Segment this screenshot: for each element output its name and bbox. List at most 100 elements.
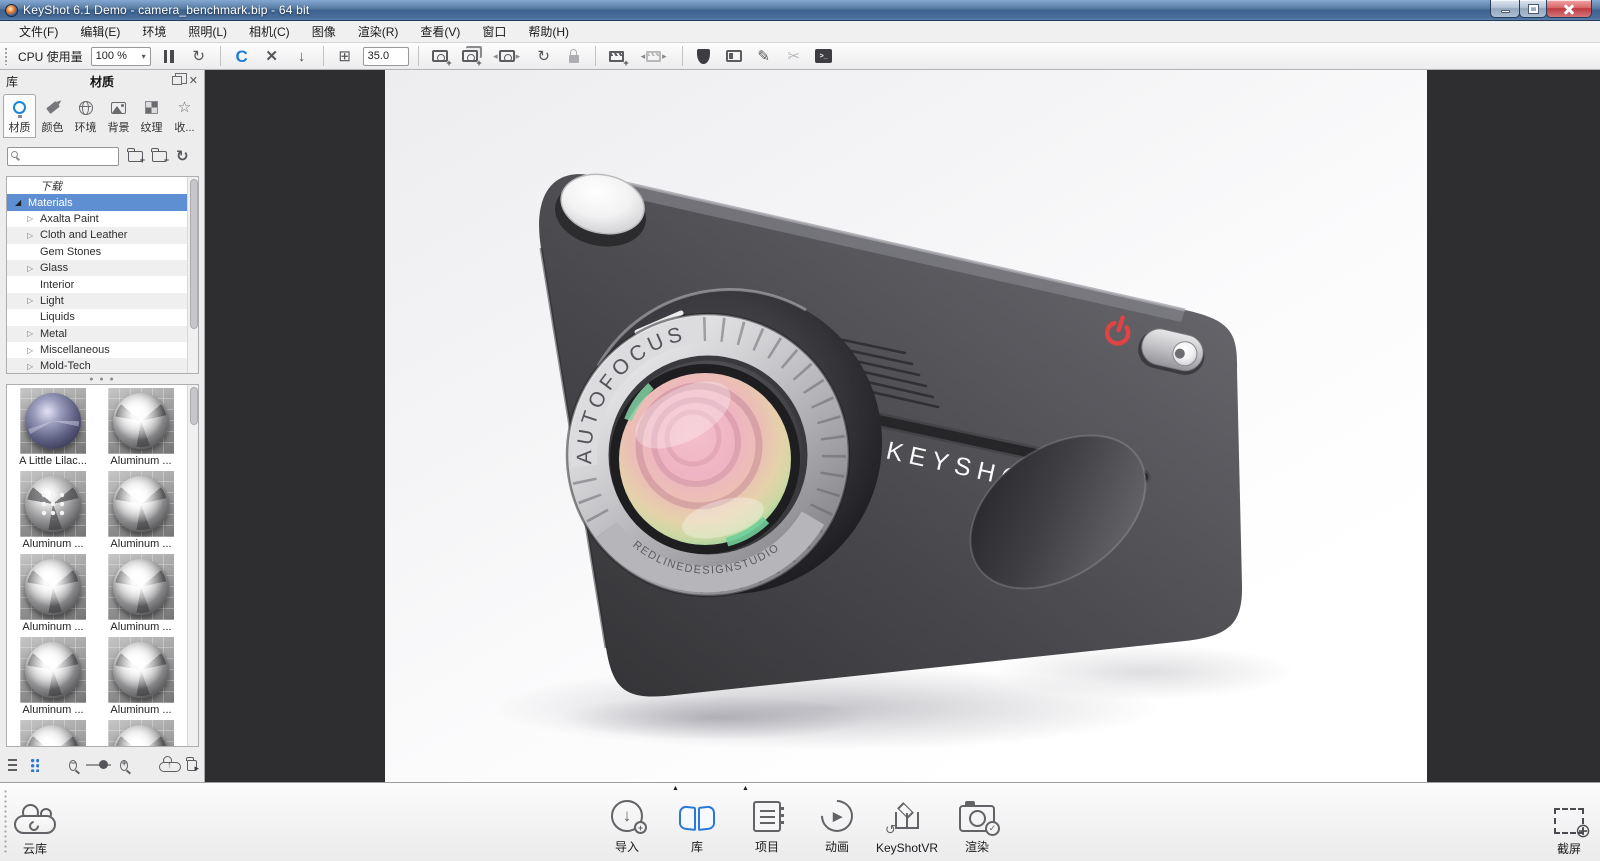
add-keyframe-button[interactable]: + — [605, 45, 629, 68]
annotate-button[interactable]: ✎ — [752, 45, 776, 68]
dock-import-button[interactable]: ↓ + 导入 — [596, 789, 658, 855]
float-panel-icon[interactable] — [172, 76, 182, 85]
restore-button[interactable] — [1519, 0, 1547, 18]
tree-item-miscellaneous[interactable]: ▷Miscellaneous — [7, 342, 187, 358]
dock-keyshotvr-button[interactable]: ↺ KeyShotVR — [876, 789, 938, 855]
realtime-icon: C — [236, 48, 248, 65]
menu-file[interactable]: 文件(F) — [8, 21, 69, 42]
tree-item-cloth-and-leather[interactable]: ▷Cloth and Leather — [7, 227, 187, 243]
refresh-library-icon[interactable]: ↻ — [176, 149, 189, 164]
menu-window[interactable]: 窗口 — [471, 21, 517, 42]
list-view-icon[interactable] — [8, 759, 17, 771]
tree-item-gem-stones[interactable]: Gem Stones — [7, 244, 187, 260]
close-button[interactable] — [1546, 0, 1592, 18]
dock-library-button[interactable]: ▲ 库 — [666, 789, 728, 855]
toolbar-grip[interactable] — [4, 47, 8, 65]
add-folder-icon[interactable]: + — [128, 151, 143, 162]
tab-favorites[interactable]: ☆ 收... — [168, 94, 201, 138]
close-panel-icon[interactable]: ✕ — [189, 76, 198, 87]
grid-view-icon[interactable] — [30, 758, 39, 772]
tree-item-glass[interactable]: ▷Glass — [7, 260, 187, 276]
tree-item-metal[interactable]: ▷Metal — [7, 326, 187, 342]
material-protect-button[interactable] — [692, 45, 716, 68]
material-thumbnail[interactable]: Aluminum ... — [97, 637, 185, 718]
thumbnails-scrollbar-thumb[interactable] — [190, 387, 198, 425]
focal-length-input[interactable] — [363, 47, 409, 66]
menu-edit[interactable]: 编辑(E) — [69, 21, 131, 42]
show-panels-button[interactable] — [722, 45, 746, 68]
plus-badge-icon: + — [476, 58, 481, 68]
remove-folder-icon[interactable]: − — [152, 151, 167, 162]
tab-environments[interactable]: 环境 — [69, 94, 102, 138]
tab-colors[interactable]: 颜色 — [36, 94, 69, 138]
tab-backplates[interactable]: 背景 — [102, 94, 135, 138]
cloud-upload-icon[interactable]: ↑ — [159, 759, 173, 772]
panel-splitter[interactable]: ● ● ● — [0, 375, 205, 384]
material-thumbnail[interactable]: Aluminum ... — [9, 471, 97, 552]
menu-image[interactable]: 图像 — [301, 21, 347, 42]
tree-item-axalta-paint[interactable]: ▷Axalta Paint — [7, 211, 187, 227]
menu-environment[interactable]: 环境 — [131, 21, 177, 42]
thumbnail-size-slider[interactable] — [86, 758, 111, 772]
material-thumbnail[interactable]: Aluminum ... — [97, 388, 185, 469]
menu-view[interactable]: 查看(V) — [409, 21, 471, 42]
render-region-button[interactable]: ⊞ — [333, 45, 357, 68]
material-thumbnail[interactable]: Aluminum ... — [97, 471, 185, 552]
material-thumbnail[interactable] — [97, 720, 185, 747]
tree-item-mold-tech[interactable]: ▷Mold-Tech — [7, 358, 187, 374]
performance-mode-button[interactable]: ↻ — [187, 45, 211, 68]
material-thumbnail[interactable]: A Little Lilac... — [9, 388, 97, 469]
cpu-usage-select[interactable]: 100 % ▾ — [91, 47, 151, 66]
tree-scrollbar[interactable] — [187, 177, 198, 373]
dock-render-button[interactable]: ✓ 渲染 — [946, 789, 1008, 855]
minimize-button[interactable] — [1490, 0, 1520, 18]
cycle-keyframe-button[interactable]: ◂▸ — [635, 45, 673, 68]
material-thumbnail[interactable] — [9, 720, 97, 747]
menu-lighting[interactable]: 照明(L) — [177, 21, 238, 42]
dock-grip[interactable] — [3, 789, 8, 855]
search-input[interactable] — [7, 147, 119, 166]
realtime-render-toggle[interactable]: C — [230, 45, 254, 68]
cut-button[interactable]: ✂ — [782, 45, 806, 68]
cycle-camera-button[interactable]: ◂▸ — [488, 45, 526, 68]
render-image[interactable]: KEYSHOT AUTOFOCUS REDLINEDESIGNSTUDI — [385, 70, 1427, 782]
fit-view-button[interactable]: ✕ — [260, 45, 284, 68]
menu-camera[interactable]: 相机(C) — [238, 21, 301, 42]
tree-item-materials[interactable]: ◢Materials — [7, 194, 187, 210]
main-toolbar: CPU 使用量 100 % ▾ ↻ C ✕ ↓ ⊞ + + ◂▸ ↻ + ◂▸ … — [0, 43, 1600, 70]
menu-render[interactable]: 渲染(R) — [347, 21, 410, 42]
pause-render-button[interactable] — [157, 45, 181, 68]
lock-camera-button[interactable] — [562, 45, 586, 68]
tree-scrollbar-thumb[interactable] — [190, 179, 198, 329]
zo[interactable]: − — [69, 760, 77, 771]
scripting-console-button[interactable]: >_ — [812, 45, 836, 68]
tree-item-interior[interactable]: Interior — [7, 276, 187, 292]
tree-item-light[interactable]: ▷Light — [7, 293, 187, 309]
tree-item-liquids[interactable]: Liquids — [7, 309, 187, 325]
lens-glass — [610, 364, 800, 554]
tab-textures[interactable]: 纹理 — [135, 94, 168, 138]
titlebar[interactable]: KeyShot 6.1 Demo - camera_benchmark.bip … — [0, 0, 1600, 21]
menu-help[interactable]: 帮助(H) — [517, 21, 580, 42]
camera-icon — [499, 50, 515, 62]
tab-materials[interactable]: 材质 — [3, 94, 36, 138]
dock-project-button[interactable]: ▲ 项目 — [736, 789, 798, 855]
material-thumbnail[interactable]: Aluminum ... — [97, 554, 185, 635]
zoom-in-icon[interactable]: + — [120, 760, 128, 771]
screenshot-button[interactable]: ⊕ 截屏 — [1554, 791, 1584, 857]
realtime-viewport[interactable]: KEYSHOT AUTOFOCUS REDLINEDESIGNSTUDI — [205, 70, 1600, 782]
thumbnails-scrollbar[interactable] — [187, 385, 198, 746]
separator — [418, 46, 419, 66]
add-camera-button[interactable]: + — [428, 45, 452, 68]
material-thumbnail[interactable]: Aluminum ... — [9, 554, 97, 635]
menubar: 文件(F) 编辑(E) 环境 照明(L) 相机(C) 图像 渲染(R) 查看(V… — [0, 21, 1600, 43]
import-folder-icon[interactable]: ▸ — [187, 760, 198, 771]
reset-camera-button[interactable]: ↻ — [532, 45, 556, 68]
download-button[interactable]: ↓ — [290, 45, 314, 68]
material-thumbnail[interactable]: Aluminum ... — [9, 637, 97, 718]
tree-item-downloads[interactable]: 下载 — [7, 178, 187, 194]
cloud-library-button[interactable]: 云库 — [14, 791, 56, 857]
dock-animation-button[interactable]: ▶ 动画 — [806, 789, 868, 855]
add-multi-camera-button[interactable]: + — [458, 45, 482, 68]
separator — [682, 46, 683, 66]
